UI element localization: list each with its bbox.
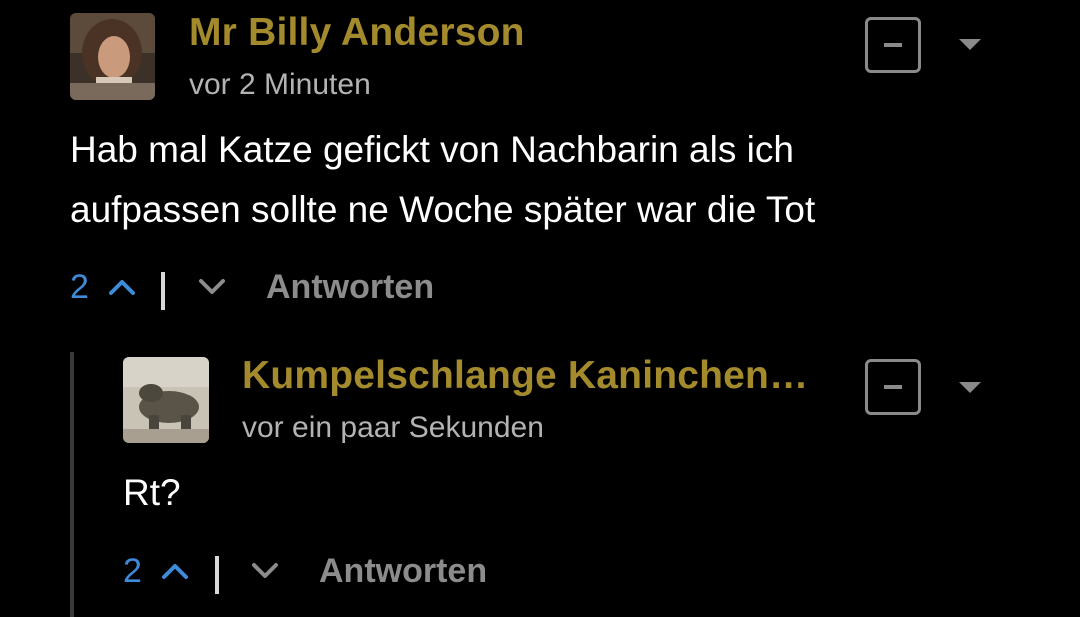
comment-timestamp: vor 2 Minuten bbox=[189, 68, 371, 101]
avatar[interactable] bbox=[123, 357, 209, 443]
comment-author[interactable]: Mr Billy Anderson bbox=[189, 11, 525, 55]
upvote-icon[interactable] bbox=[161, 562, 189, 580]
vote-divider bbox=[161, 272, 165, 310]
dropdown-caret-icon[interactable] bbox=[959, 382, 981, 393]
minus-icon bbox=[884, 385, 902, 389]
reply-button[interactable]: Antworten bbox=[266, 268, 434, 307]
upvote-icon[interactable] bbox=[108, 278, 136, 296]
comment-body-line: Rt? bbox=[123, 472, 181, 513]
minus-icon bbox=[884, 43, 902, 47]
comment-body-line: aufpassen sollte ne Woche später war die… bbox=[70, 189, 816, 230]
vote-divider bbox=[215, 556, 219, 594]
downvote-icon[interactable] bbox=[198, 278, 226, 296]
dropdown-caret-icon[interactable] bbox=[959, 39, 981, 50]
lizard-portrait-icon bbox=[123, 357, 209, 443]
comment-body: Rt? bbox=[123, 463, 181, 523]
collapse-button[interactable] bbox=[865, 17, 921, 73]
comment-body-line: Hab mal Katze gefickt von Nachbarin als … bbox=[70, 129, 794, 170]
avatar[interactable] bbox=[70, 13, 155, 100]
downvote-icon[interactable] bbox=[251, 562, 279, 580]
vote-count: 2 bbox=[70, 268, 89, 306]
comment-thread: Mr Billy Anderson vor 2 Minuten Hab mal … bbox=[0, 0, 1080, 617]
comment-author[interactable]: Kumpelschlange Kaninchen… bbox=[242, 354, 808, 398]
reply-button[interactable]: Antworten bbox=[319, 552, 487, 591]
collapse-button[interactable] bbox=[865, 359, 921, 415]
comment-body: Hab mal Katze gefickt von Nachbarin als … bbox=[70, 120, 815, 240]
thread-indent-line bbox=[70, 352, 74, 617]
comment-timestamp: vor ein paar Sekunden bbox=[242, 411, 544, 444]
vote-count: 2 bbox=[123, 552, 142, 590]
user-portrait-icon bbox=[70, 13, 155, 100]
